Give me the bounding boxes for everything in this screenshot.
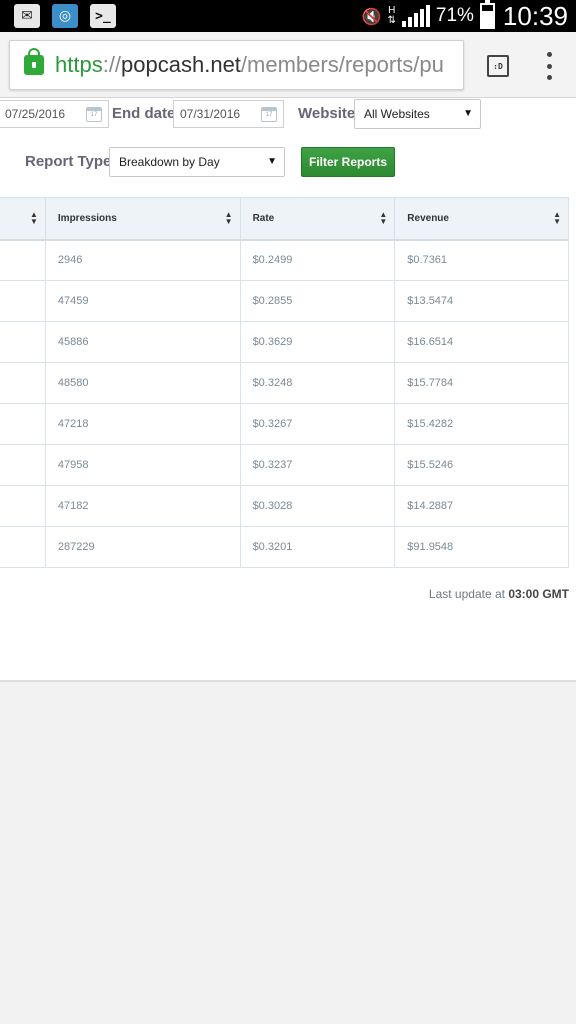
revenue-cell: $0.7361	[394, 239, 569, 281]
end-date-label: End date	[112, 105, 176, 122]
end-date-input[interactable]: 07/31/2016 17	[173, 100, 284, 128]
browser-toolbar: https://popcash.net/members/reports/pu :…	[0, 32, 576, 98]
start-date-value: 07/25/2016	[5, 107, 66, 121]
revenue-cell: $13.5474	[394, 280, 569, 322]
impressions-cell: 45886	[44, 321, 241, 363]
report-type-label: Report Type	[25, 153, 112, 170]
revenue-cell: $16.6514	[394, 321, 569, 363]
rate-cell: $0.3237	[239, 444, 396, 486]
battery-icon	[479, 0, 495, 29]
impressions-cell: 47459	[44, 280, 241, 322]
system-status: 🔇 H ⇅ 71% 10:39	[362, 0, 568, 32]
date-cell	[0, 362, 46, 404]
table-header-row: ▲ ▼ Impressions ▲ ▼ Rate ▲ ▼ Revenue ▲ ▼	[0, 197, 569, 241]
impressions-cell: 47182	[44, 485, 241, 527]
status-bar: ✉ ◎ >_ 🔇 H ⇅ 71% 10:39	[0, 0, 576, 32]
url-path: /members/reports/pu	[240, 52, 444, 77]
impressions-cell: 47958	[44, 444, 241, 486]
network-type: H ⇅	[387, 5, 396, 26]
rate-cell: $0.3629	[239, 321, 396, 363]
sort-icon[interactable]: ▲ ▼	[225, 211, 233, 226]
dropdown-arrow-icon: ▼	[267, 156, 277, 167]
sort-icon[interactable]: ▲ ▼	[379, 211, 387, 226]
table-row: 48580 $0.3248 $15.7784	[0, 362, 569, 404]
calendar-icon[interactable]: 17	[86, 107, 102, 122]
date-cell	[0, 444, 46, 486]
page-background	[0, 684, 576, 1024]
revenue-cell: $91.9548	[394, 526, 569, 568]
overflow-menu-icon[interactable]	[540, 52, 558, 80]
date-cell	[0, 403, 46, 445]
impressions-cell: 47218	[44, 403, 241, 445]
website-select[interactable]: All Websites ▼	[354, 99, 481, 129]
filter-reports-button[interactable]: Filter Reports	[301, 147, 395, 177]
revenue-cell: $15.7784	[394, 362, 569, 404]
rate-cell: $0.3267	[239, 403, 396, 445]
table-row: 47182 $0.3028 $14.2887	[0, 485, 569, 527]
table-row-total: 287229 $0.3201 $91.9548	[0, 526, 569, 568]
calendar-icon[interactable]: 17	[261, 107, 277, 122]
tabs-button[interactable]: :D	[487, 55, 509, 77]
last-update-time: 03:00 GMT	[508, 587, 569, 601]
terminal-icon: >_	[90, 4, 116, 28]
rate-cell: $0.3201	[239, 526, 396, 568]
revenue-cell: $15.4282	[394, 403, 569, 445]
impressions-cell: 48580	[44, 362, 241, 404]
date-cell	[0, 526, 46, 568]
impressions-cell: 287229	[44, 526, 241, 568]
column-header-impressions[interactable]: Impressions ▲ ▼	[44, 197, 241, 241]
date-cell	[0, 321, 46, 363]
column-header-revenue[interactable]: Revenue ▲ ▼	[394, 197, 569, 241]
url-scheme: https	[55, 52, 103, 77]
website-select-value: All Websites	[364, 107, 430, 121]
rate-cell: $0.2499	[239, 239, 396, 281]
lock-icon	[24, 48, 44, 75]
rate-cell: $0.3248	[239, 362, 396, 404]
column-header-rate[interactable]: Rate ▲ ▼	[239, 197, 396, 241]
date-cell	[0, 280, 46, 322]
impressions-cell: 2946	[44, 239, 241, 281]
table-row: 2946 $0.2499 $0.7361	[0, 239, 569, 281]
report-type-select[interactable]: Breakdown by Day ▼	[109, 147, 285, 177]
last-update-text: Last update at 03:00 GMT	[428, 587, 569, 601]
website-label: Website	[298, 105, 356, 122]
chat-icon: ✉	[14, 4, 40, 28]
end-date-value: 07/31/2016	[180, 107, 241, 121]
sort-icon[interactable]: ▲ ▼	[553, 211, 561, 226]
url-text: https://popcash.net/members/reports/pu	[55, 52, 444, 78]
table-row: 47459 $0.2855 $13.5474	[0, 280, 569, 322]
rate-cell: $0.3028	[239, 485, 396, 527]
signal-icon	[401, 5, 430, 27]
battery-percent: 71%	[435, 5, 474, 26]
url-host: popcash.net	[121, 52, 241, 77]
report-page: 07/25/2016 17 End date 07/31/2016 17 Web…	[0, 98, 576, 682]
sort-icon[interactable]: ▲ ▼	[30, 211, 38, 226]
report-table: ▲ ▼ Impressions ▲ ▼ Rate ▲ ▼ Revenue ▲ ▼ 2946 $0…	[0, 197, 569, 568]
url-separator: ://	[102, 52, 122, 77]
battery-level	[481, 11, 493, 27]
report-type-select-value: Breakdown by Day	[119, 155, 220, 169]
revenue-cell: $15.5246	[394, 444, 569, 486]
dropdown-arrow-icon: ▼	[463, 108, 473, 119]
mute-icon: 🔇	[361, 6, 382, 26]
table-row: 47958 $0.3237 $15.5246	[0, 444, 569, 486]
date-cell	[0, 239, 46, 281]
rate-cell: $0.2855	[239, 280, 396, 322]
start-date-input[interactable]: 07/25/2016 17	[0, 100, 109, 128]
revenue-cell: $14.2887	[394, 485, 569, 527]
table-row: 45886 $0.3629 $16.6514	[0, 321, 569, 363]
column-header-date[interactable]: ▲ ▼	[0, 197, 46, 241]
gps-icon: ◎	[52, 4, 78, 28]
date-cell	[0, 485, 46, 527]
url-bar[interactable]: https://popcash.net/members/reports/pu	[9, 40, 464, 90]
notification-icons: ✉ ◎ >_	[0, 4, 116, 28]
table-row: 47218 $0.3267 $15.4282	[0, 403, 569, 445]
clock: 10:39	[502, 0, 568, 31]
